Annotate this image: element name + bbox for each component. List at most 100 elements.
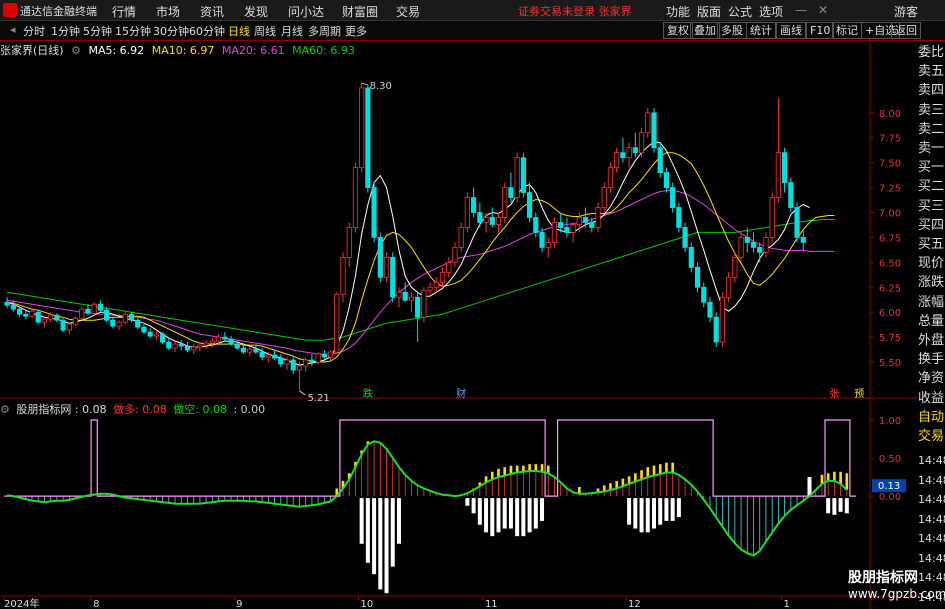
back-button[interactable]: 返回 [891, 22, 921, 39]
candle-body [160, 333, 166, 343]
fuquan-button[interactable]: 复权 [663, 22, 693, 39]
white-bar [365, 498, 370, 563]
candle-body [79, 308, 85, 319]
tf-60min[interactable]: 60分钟 [189, 23, 225, 39]
white-bar [521, 498, 526, 537]
candle-body [670, 187, 676, 208]
chart-canvas[interactable]: 5.50 5.75 6.00 6.25 6.50 6.75 7.00 7.25 7.50 7.75… [0, 40, 918, 609]
event-label: 财 [456, 387, 466, 400]
candle-body [452, 246, 458, 263]
candle-body [222, 336, 228, 340]
tf-fenshi[interactable]: 分时 [23, 23, 45, 39]
white-bar [527, 498, 532, 533]
overlay-button[interactable]: 叠加 [690, 22, 720, 39]
menu-caifuquan[interactable]: 财富圈 [342, 3, 378, 20]
candle-body [104, 309, 110, 321]
white-bar [651, 498, 656, 529]
candle-body [744, 237, 750, 243]
candle-body [172, 343, 178, 349]
candle-body [539, 232, 545, 248]
menu-hangqing[interactable]: 行情 [112, 3, 136, 20]
stats-button[interactable]: 统计 [746, 22, 776, 39]
sidebar-item-17: 净资 [918, 371, 945, 387]
collapse-icon[interactable]: ◂ [10, 23, 16, 36]
white-bar [490, 498, 495, 537]
sidebar-time-6: 14:48 [918, 571, 945, 584]
sidebar-item-10: 买五 [918, 237, 945, 252]
candle-body [651, 112, 657, 149]
quote-sidebar: 委比 卖五 卖四 卖三 卖二 卖一 买一 买二 买三 买四 买五 现价 涨跌 涨幅 总量 外盘 换手 净资 收益 自动… [918, 42, 945, 609]
close-icon[interactable]: ✕ [818, 3, 828, 17]
tf-weekly[interactable]: 周线 [254, 23, 276, 39]
menu-zixun[interactable]: 资讯 [200, 3, 224, 20]
candle-body [726, 276, 732, 298]
mark-button[interactable]: 标记 [832, 22, 862, 39]
yellow-bar [503, 467, 507, 476]
minimize-icon[interactable]: — [795, 3, 807, 17]
login-notice[interactable]: 证券交易未登录 张家界 [518, 3, 632, 19]
candle-body [763, 237, 769, 253]
candle-body [769, 197, 775, 238]
tf-15min[interactable]: 15分钟 [115, 23, 151, 39]
sidebar-time-5: 14:48 [918, 551, 945, 565]
candle-body [29, 310, 35, 317]
tf-monthly[interactable]: 月线 [281, 23, 303, 39]
menu-gongshi[interactable]: 公式 [728, 3, 752, 20]
candle-body [564, 227, 570, 233]
candle-body [10, 304, 16, 310]
tf-30min[interactable]: 30分钟 [153, 23, 189, 39]
candle-body [782, 152, 788, 184]
annotation-pointer [299, 390, 306, 396]
draw-line-button[interactable]: 画线 [776, 22, 806, 39]
candle-body [775, 152, 781, 198]
candle-body [290, 359, 296, 371]
tf-more[interactable]: 更多 [345, 23, 367, 39]
candle-body [234, 343, 240, 349]
candle-body [122, 313, 128, 323]
candle-body [750, 242, 757, 248]
candle-body [371, 187, 377, 238]
candle-body [433, 281, 439, 288]
candle-body [788, 182, 794, 208]
candle-body [271, 354, 278, 359]
candle-body [446, 261, 452, 273]
annotation-label: 5.21 [307, 393, 329, 404]
candle-body [359, 87, 365, 169]
yellow-bar [658, 464, 662, 475]
menu-wenxiaoda[interactable]: 问小达 [288, 3, 324, 20]
white-bar [372, 498, 377, 575]
ind-y-tick-label: 0.00 [879, 492, 901, 503]
guest-label[interactable]: 游客 [894, 3, 918, 20]
sidebar-time-2: 14:48 [918, 493, 945, 506]
white-bar [508, 498, 513, 529]
white-bar [807, 477, 812, 497]
menu-banmian[interactable]: 版面 [697, 3, 721, 20]
white-bar [484, 498, 489, 533]
sidebar-time-3: 14:48 [918, 512, 945, 526]
tf-1min[interactable]: 1分钟 [51, 23, 80, 39]
sidebar-item-6: 买一 [918, 160, 945, 176]
tf-daily[interactable]: 日线 [228, 23, 250, 39]
menu-faxian[interactable]: 发现 [244, 3, 268, 20]
multi-stock-button[interactable]: 多股 [717, 22, 747, 39]
tf-5min[interactable]: 5分钟 [83, 23, 112, 39]
candle-body [97, 303, 104, 311]
y-tick-label: 6.75 [879, 233, 901, 244]
menu-shichang[interactable]: 市场 [156, 3, 180, 20]
tf-multi[interactable]: 多周期 [308, 23, 341, 39]
period-toolbar: ◂ 分时 1分钟 5分钟 15分钟 30分钟 60分钟 日线 周线 月线 多周期… [0, 21, 945, 41]
menu-jiaoyi[interactable]: 交易 [396, 3, 420, 20]
candle-body [215, 336, 222, 342]
candle-body [296, 365, 303, 371]
menu-gongneng[interactable]: 功能 [666, 3, 690, 20]
white-bar [627, 498, 632, 525]
f10-button[interactable]: F10 [806, 22, 835, 39]
white-bar [465, 498, 470, 506]
menu-xuanxiang[interactable]: 选项 [759, 3, 783, 20]
yellow-bar [652, 465, 656, 476]
candle-body [458, 227, 464, 248]
yellow-bar [833, 471, 836, 481]
candle-body [240, 347, 247, 353]
sidebar-item-12: 涨跌 [918, 275, 945, 291]
candle-body [595, 207, 601, 228]
